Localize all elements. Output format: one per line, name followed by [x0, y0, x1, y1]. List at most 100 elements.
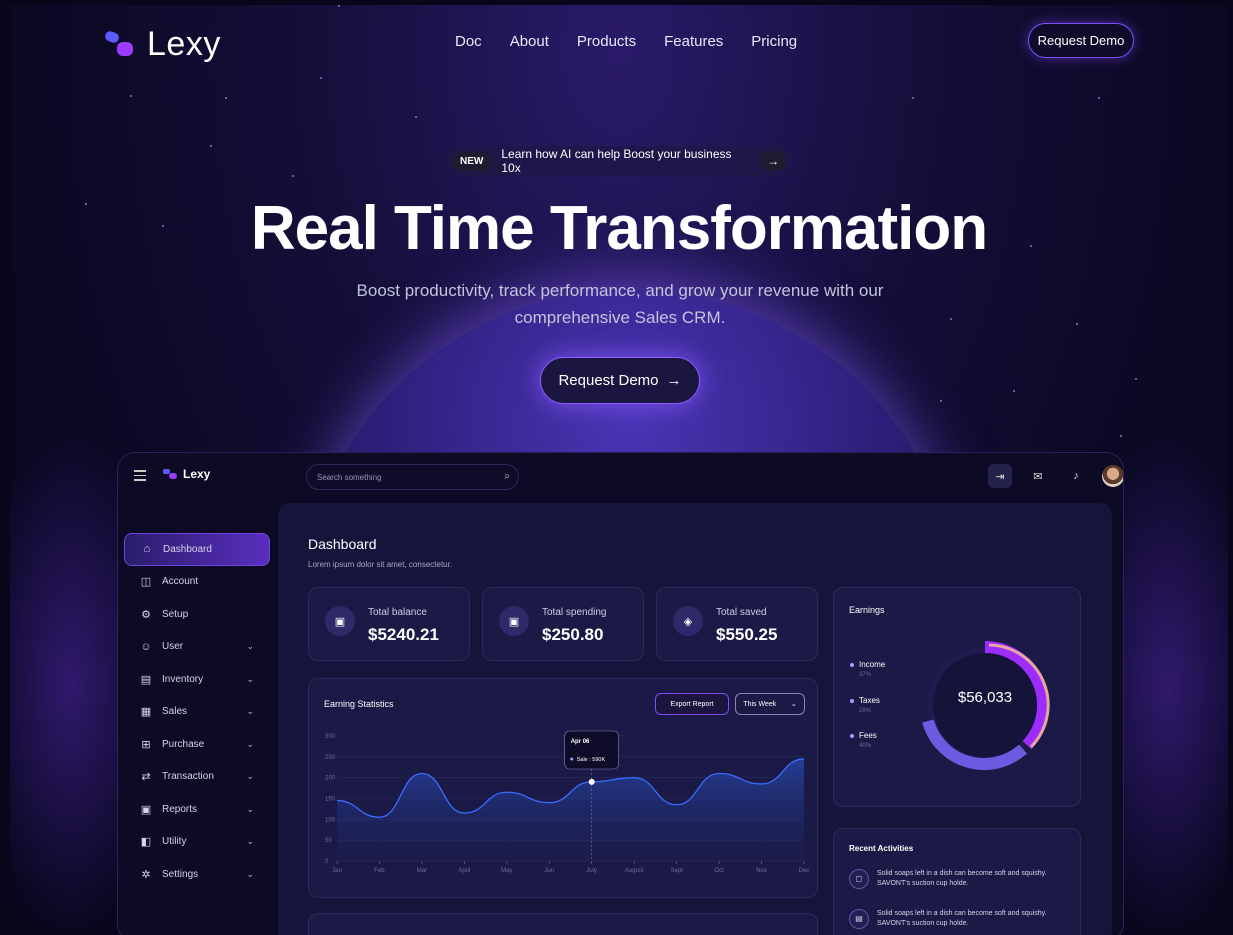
sidebar-item-transaction[interactable]: ⇄ Transaction ⌄	[124, 761, 270, 794]
x-tick-label: April	[458, 868, 470, 874]
logout-icon[interactable]: ⇥	[988, 464, 1012, 488]
nav-about[interactable]: About	[510, 33, 549, 50]
brand-logo[interactable]: Lexy	[103, 25, 221, 64]
topbar-actions: ⇥ ✉ ♪	[988, 464, 1123, 488]
legend-label: Income	[859, 660, 886, 669]
legend-pct: 40%	[859, 743, 872, 749]
period-select[interactable]: This Week ⌄	[735, 693, 805, 715]
x-tick-label: July	[586, 868, 597, 874]
arrow-right-icon: →	[666, 372, 682, 389]
wallet-icon: ▣	[325, 606, 355, 636]
dashboard-search-input[interactable]: Search something ⌕	[306, 464, 519, 490]
y-tick-label: 300	[325, 734, 336, 740]
hero-title: Real Time Transformation	[250, 194, 988, 263]
stat-value: $5240.21	[368, 625, 439, 644]
earnings-card: Earnings Income 37% Taxes 28% Fees 40% $56,…	[833, 587, 1081, 807]
activity-item[interactable]: ▤ Solid soaps left in a dish can become …	[849, 909, 1074, 929]
y-tick-label: 250	[325, 755, 336, 761]
hamburger-menu-icon[interactable]	[134, 470, 146, 484]
legend-pct: 28%	[859, 708, 872, 714]
reports-icon: ▣	[140, 803, 152, 816]
stat-value: $250.80	[542, 625, 604, 644]
search-icon[interactable]: ⌕	[504, 471, 510, 482]
y-tick-label: 100	[325, 817, 336, 823]
sidebar-item-label: Utility	[162, 836, 187, 848]
earning-area-chart: 0 50 100 150 200 250 300 Jan Feb Mar April May Jun Ju…	[325, 730, 809, 874]
utility-icon: ◧	[140, 836, 152, 849]
chevron-down-icon: ⌄	[246, 738, 254, 749]
export-report-button[interactable]: Export Report	[655, 693, 729, 715]
recent-transactions-card	[308, 913, 818, 935]
sidebar-item-settings[interactable]: ✲ Settings ⌄	[124, 858, 270, 891]
chevron-down-icon: ⌄	[246, 673, 254, 684]
account-icon: ◫	[140, 576, 152, 589]
transaction-icon: ⇄	[141, 771, 151, 784]
purchase-icon: ⊞	[141, 738, 151, 751]
sidebar-item-sales[interactable]: ▦ Sales ⌄	[124, 696, 270, 729]
recent-activities-card: Recent Activities ◻ Solid soaps left in …	[833, 828, 1081, 935]
x-tick-label: Sept	[670, 868, 683, 874]
sidebar-item-purchase[interactable]: ⊞ Purchase ⌄	[124, 728, 270, 761]
x-tick-label: Jun	[544, 868, 554, 874]
x-tick-label: August	[625, 868, 644, 874]
nav-pricing[interactable]: Pricing	[751, 33, 797, 50]
nav-features[interactable]: Features	[664, 33, 723, 50]
nav-products[interactable]: Products	[577, 33, 636, 50]
user-avatar[interactable]	[1102, 465, 1123, 487]
sidebar-item-utility[interactable]: ◧ Utility ⌄	[124, 826, 270, 859]
dashboard-main: Dashboard Lorem ipsum dolor sit amet, co…	[278, 503, 1112, 935]
request-demo-hero-button[interactable]: Request Demo →	[540, 357, 700, 404]
stat-label: Total saved	[716, 607, 767, 618]
legend-pct: 37%	[859, 672, 872, 678]
sidebar-item-user[interactable]: ☺ User ⌄	[124, 631, 270, 664]
sidebar-item-label: Sales	[162, 706, 188, 718]
tooltip-value: Sale : 590K	[577, 757, 606, 763]
legend-label: Fees	[859, 731, 877, 740]
sidebar-item-reports[interactable]: ▣ Reports ⌄	[124, 793, 270, 826]
earning-statistics-card: Earning Statistics Export Report This We…	[308, 678, 818, 898]
dashboard-topbar: Lexy Search something ⌕ ⇥ ✉ ♪	[118, 453, 1123, 501]
chevron-down-icon: ⌄	[246, 803, 254, 814]
chevron-down-icon: ⌄	[246, 771, 254, 782]
setup-icon: ⚙	[141, 608, 151, 621]
stat-card-balance: ▣ Total balance $5240.21	[308, 587, 470, 661]
mail-icon[interactable]: ✉	[1026, 464, 1050, 488]
sidebar-item-label: Dashboard	[163, 543, 212, 555]
dashboard-preview: Lexy Search something ⌕ ⇥ ✉ ♪ ⌂ Dashboard…	[117, 452, 1124, 935]
landing-page: Lexy Doc About Products Features Pricing…	[10, 5, 1228, 935]
arrow-right-icon[interactable]: →	[760, 151, 786, 171]
lexy-logo-icon	[163, 469, 177, 479]
announcement-pill[interactable]: NEW Learn how AI can help Boost your bus…	[446, 146, 792, 176]
chevron-down-icon: ⌄	[246, 868, 254, 879]
stat-value: $550.25	[716, 625, 778, 644]
sidebar-item-account[interactable]: ◫ Account	[124, 566, 270, 599]
dashboard-logo[interactable]: Lexy	[162, 467, 210, 481]
piggy-bank-icon: ◈	[673, 606, 703, 636]
legend-fees: Fees 40%	[850, 731, 877, 749]
chevron-down-icon: ⌄	[246, 641, 254, 652]
nav-doc[interactable]: Doc	[455, 33, 482, 50]
sidebar-item-dashboard[interactable]: ⌂ Dashboard	[124, 533, 270, 566]
sidebar-item-label: Reports	[162, 803, 198, 815]
bookmark-icon: ◻	[849, 869, 869, 889]
earnings-title: Earnings	[849, 605, 885, 615]
hover-point[interactable]	[588, 778, 595, 785]
earnings-total: $56,033	[957, 689, 1013, 706]
sidebar-item-setup[interactable]: ⚙ Setup	[124, 598, 270, 631]
stat-card-saved: ◈ Total saved $550.25	[656, 587, 818, 661]
bell-icon[interactable]: ♪	[1064, 464, 1088, 488]
x-tick-label: Jan	[332, 868, 342, 874]
stat-label: Total balance	[368, 607, 427, 618]
x-tick-label: Oct	[714, 868, 724, 874]
activity-item[interactable]: ◻ Solid soaps left in a dish can become …	[849, 869, 1074, 889]
x-tick-label: Feb	[374, 868, 385, 874]
sidebar-item-label: Transaction	[162, 771, 214, 783]
activity-text: Solid soaps left in a dish can become so…	[877, 870, 1047, 887]
chart-area-fill	[337, 758, 804, 861]
y-tick-label: 150	[325, 797, 336, 803]
tooltip-date: Apr 06	[571, 739, 590, 745]
sidebar-item-inventory[interactable]: ▤ Inventory ⌄	[124, 663, 270, 696]
search-placeholder: Search something	[317, 473, 382, 482]
request-demo-nav-button[interactable]: Request Demo	[1028, 23, 1134, 58]
period-value: This Week	[743, 700, 777, 708]
